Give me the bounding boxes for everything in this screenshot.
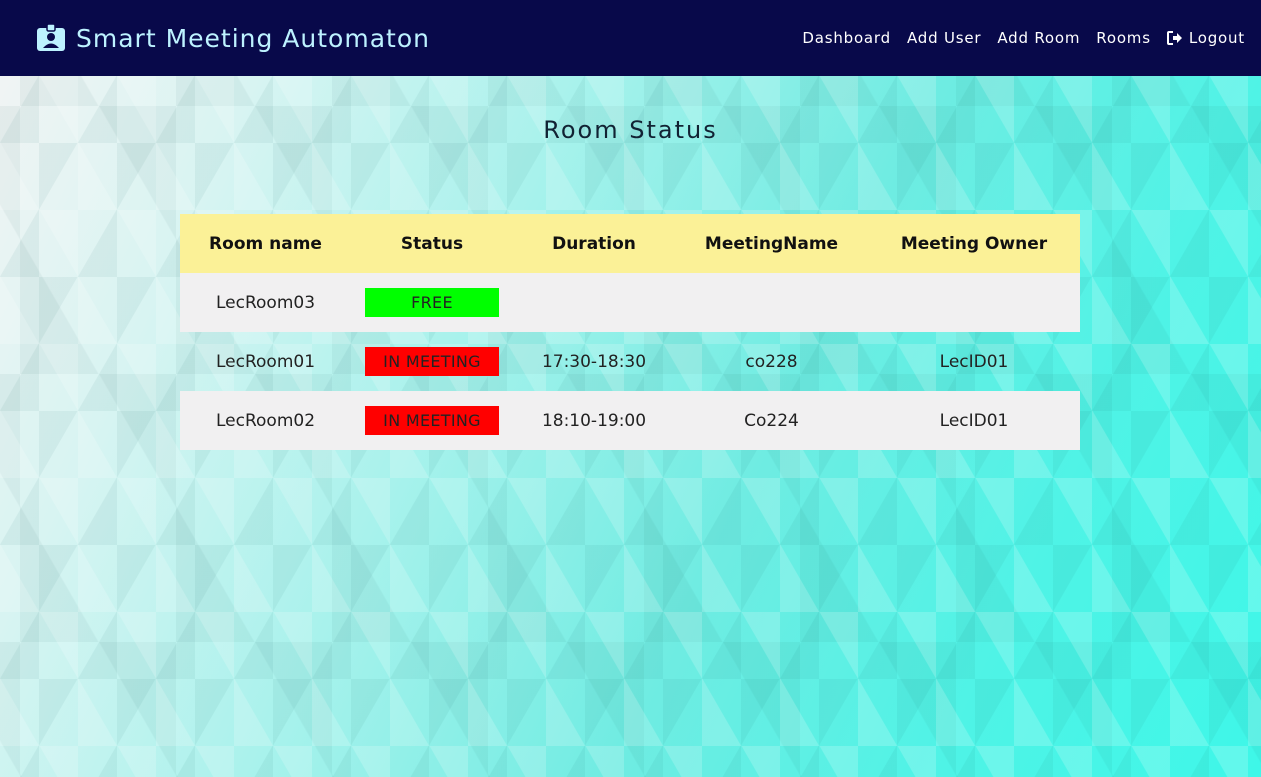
cell-duration: 18:10-19:00: [541, 410, 647, 431]
status-badge: IN MEETING: [365, 347, 499, 376]
cell-room-name: LecRoom03: [215, 292, 316, 313]
table-row: LecRoom02 IN MEETING 18:10-19:00 Co224 L…: [180, 391, 1080, 450]
header-duration: Duration: [552, 233, 636, 254]
header-meeting-owner: Meeting Owner: [900, 233, 1048, 254]
sign-out-icon: [1166, 31, 1182, 45]
cell-status: IN MEETING: [351, 391, 513, 450]
nav-link-add-room[interactable]: Add Room: [997, 29, 1080, 47]
table-row: LecRoom03 FREE: [180, 273, 1080, 332]
nav-link-rooms[interactable]: Rooms: [1096, 29, 1151, 47]
status-badge: IN MEETING: [365, 406, 499, 435]
cell-status: FREE: [351, 273, 513, 332]
nav-links: Dashboard Add User Add Room Rooms Logout: [786, 29, 1245, 47]
cell-meeting-owner: [868, 273, 1080, 332]
brand-title: Smart Meeting Automaton: [76, 23, 430, 53]
cell-room-name: LecRoom02: [215, 410, 316, 431]
cell-meeting-owner: LecID01: [939, 410, 1009, 431]
cell-duration: 17:30-18:30: [541, 351, 647, 372]
cell-meeting-name: [675, 273, 868, 332]
cell-meeting-owner: LecID01: [939, 351, 1009, 372]
cell-room-name: LecRoom01: [215, 351, 316, 372]
brand[interactable]: Smart Meeting Automaton: [36, 24, 430, 53]
header-room-name: Room name: [209, 233, 322, 254]
cell-duration: [513, 273, 675, 332]
status-badge: FREE: [365, 288, 499, 317]
page-title: Room Status: [543, 116, 718, 144]
cell-status: IN MEETING: [351, 332, 513, 391]
room-status-table: Room name Status Duration MeetingName Me…: [180, 214, 1080, 450]
table-header-row: Room name Status Duration MeetingName Me…: [180, 214, 1080, 273]
navbar: Smart Meeting Automaton Dashboard Add Us…: [0, 0, 1261, 76]
id-badge-icon: [37, 24, 65, 51]
logout-label: Logout: [1188, 29, 1245, 47]
cell-meeting-name: Co224: [744, 410, 799, 431]
nav-link-dashboard[interactable]: Dashboard: [802, 29, 891, 47]
header-status: Status: [400, 233, 464, 254]
table-row: LecRoom01 IN MEETING 17:30-18:30 co228 L…: [180, 332, 1080, 391]
cell-meeting-name: co228: [745, 351, 798, 372]
header-meeting-name: MeetingName: [704, 233, 839, 254]
nav-link-add-user[interactable]: Add User: [907, 29, 981, 47]
nav-link-logout[interactable]: Logout: [1166, 29, 1245, 47]
